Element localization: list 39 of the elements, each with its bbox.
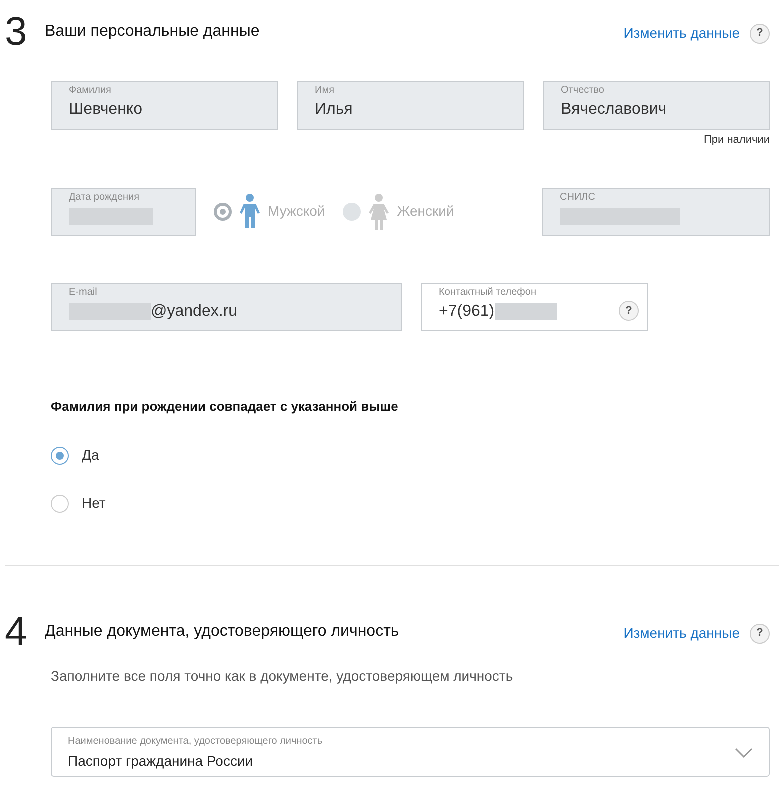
select-value: Паспорт гражданина России — [68, 752, 254, 771]
question-text: Фамилия при рождении совпадает с указанной выше — [50, 398, 400, 416]
field-value: @yandex.ru — [151, 302, 238, 322]
female-figure-icon — [369, 194, 390, 230]
field-value: Вячеславович — [561, 100, 667, 120]
field-label: СНИЛС — [560, 192, 596, 204]
field-value: Илья — [315, 100, 353, 120]
radio-label: Женский — [397, 202, 454, 221]
edit-link[interactable]: Изменить данные — [624, 23, 740, 44]
section-title: Ваши персональные данные — [45, 22, 260, 42]
edit-link[interactable]: Изменить данные — [624, 623, 740, 644]
radio-label: Мужской — [268, 202, 326, 221]
field-value: +7(961) — [439, 302, 495, 322]
section-title: Данные документа, удостоверяющего личность — [45, 622, 400, 642]
radio-button[interactable] — [51, 494, 69, 512]
help-button[interactable]: ? — [750, 624, 770, 644]
field-label: Имя — [315, 85, 336, 97]
field-label: E-mail — [69, 286, 98, 298]
field-value: Шевченко — [69, 100, 142, 120]
radio-label: Да — [82, 446, 100, 465]
step-number: 3 — [4, 9, 28, 56]
field-label: Контактный телефон — [439, 286, 538, 298]
field-label: Фамилия — [69, 85, 112, 97]
male-figure-icon — [240, 194, 260, 230]
help-button[interactable]: ? — [750, 24, 770, 44]
field-label: Отчество — [561, 85, 606, 97]
help-button[interactable]: ? — [619, 300, 639, 321]
document-select[interactable]: Наименование документа, удостоверяющего личность Паспорт гражданина России — [51, 727, 770, 777]
radio-button[interactable] — [214, 202, 232, 220]
field-label: Наименование документа, удостоверяющего личность — [68, 734, 324, 748]
radio-button[interactable] — [343, 202, 362, 220]
step-number: 4 — [4, 609, 28, 656]
radio-button[interactable] — [51, 446, 69, 464]
hint-text: Заполните все поля точно как в документе, удостоверяющем личность — [50, 667, 514, 686]
field-label: Дата рождения — [69, 192, 141, 204]
field-note: При наличии — [704, 133, 770, 148]
radio-label: Нет — [82, 494, 106, 513]
chevron-down-icon — [735, 748, 753, 758]
text-field[interactable]: Контактный телефон +7(961) ? — [421, 282, 648, 330]
